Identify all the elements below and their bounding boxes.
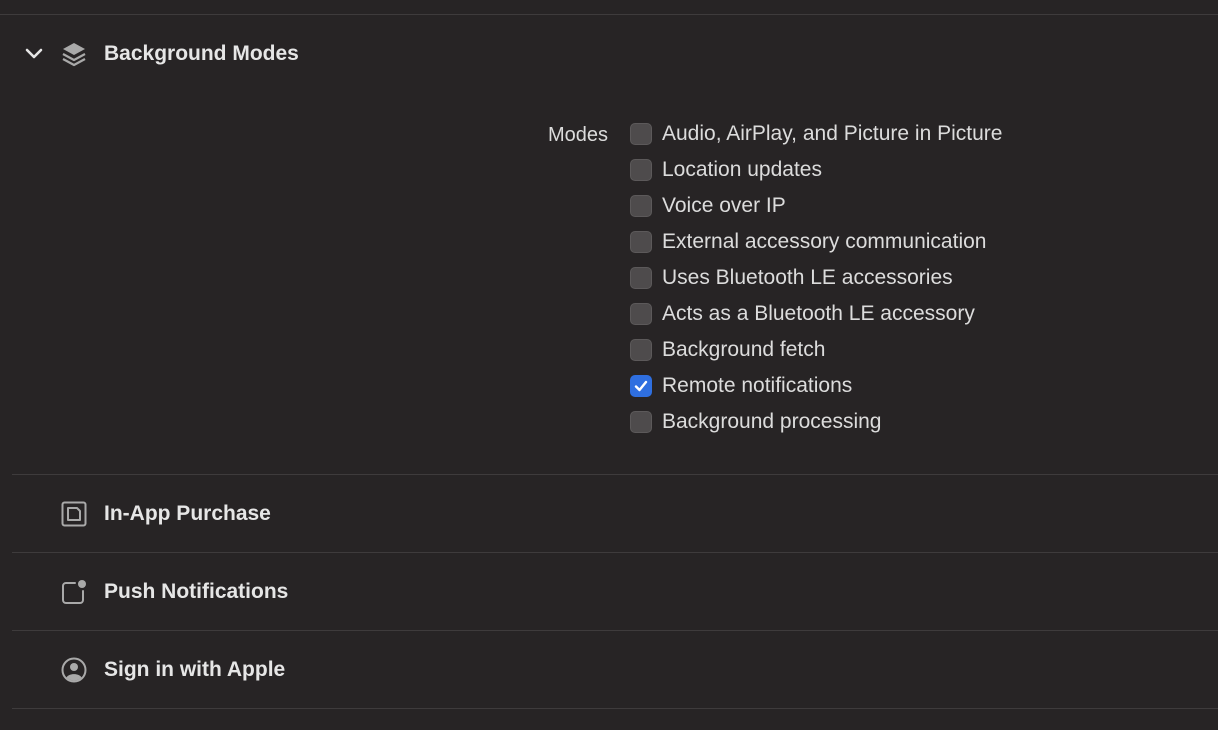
mode-label: Audio, AirPlay, and Picture in Picture [662,122,1003,145]
mode-row[interactable]: Uses Bluetooth LE accessories [630,264,953,292]
chevron-down-icon[interactable] [22,44,46,64]
mode-row[interactable]: Background processing [630,408,881,436]
mode-checkbox[interactable] [630,159,652,181]
mode-label: Background processing [662,410,882,433]
mode-label: External accessory communication [662,230,987,253]
mode-checkbox[interactable] [630,231,652,253]
mode-checkbox[interactable] [630,303,652,325]
mode-row[interactable]: Background fetch [630,336,825,364]
in-app-purchase-title[interactable]: In-App Purchase [104,502,271,526]
mode-checkbox[interactable] [630,123,652,145]
mode-row[interactable]: Remote notifications [630,372,852,400]
mode-label: Uses Bluetooth LE accessories [662,266,953,289]
push-notification-icon [60,578,88,606]
mode-checkbox[interactable] [630,195,652,217]
section-divider [12,630,1218,631]
background-modes-title: Background Modes [104,42,299,65]
checkmark-icon [634,380,648,392]
push-notifications-title[interactable]: Push Notifications [104,580,288,604]
capabilities-panel: Background Modes Modes Audio, AirPlay, a… [0,0,1218,730]
sign-in-with-apple-title[interactable]: Sign in with Apple [104,658,285,682]
mode-checkbox[interactable] [630,267,652,289]
mode-row[interactable]: Audio, AirPlay, and Picture in Picture [630,120,1002,148]
mode-label: Location updates [662,158,822,181]
mode-checkbox[interactable] [630,411,652,433]
modes-label: Modes [548,124,609,146]
mode-checkbox[interactable] [630,375,652,397]
mode-row[interactable]: Voice over IP [630,192,786,220]
in-app-purchase-icon [60,500,88,528]
mode-row[interactable]: Acts as a Bluetooth LE accessory [630,300,975,328]
mode-label: Voice over IP [662,194,786,217]
top-divider [0,14,1218,15]
layers-icon [60,40,88,68]
section-divider [12,708,1218,709]
mode-label: Remote notifications [662,374,853,397]
mode-row[interactable]: External accessory communication [630,228,986,256]
mode-label: Background fetch [662,338,826,361]
person-circle-icon [60,656,88,684]
section-divider [12,552,1218,553]
mode-checkbox[interactable] [630,339,652,361]
mode-row[interactable]: Location updates [630,156,822,184]
mode-label: Acts as a Bluetooth LE accessory [662,302,975,325]
section-divider [12,474,1218,475]
